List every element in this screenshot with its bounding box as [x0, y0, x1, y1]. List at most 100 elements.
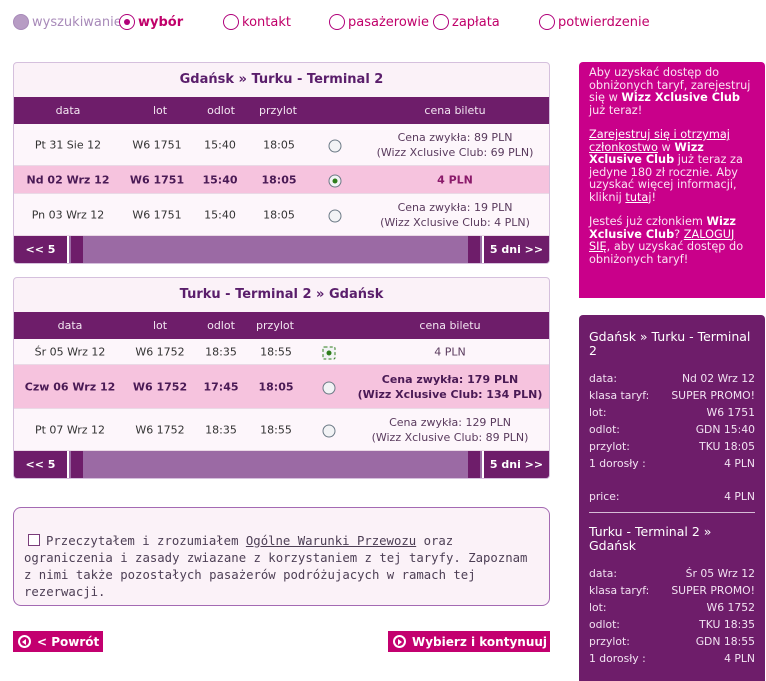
row-date: Pt 07 Wrz 12: [34, 423, 106, 437]
row-date: Pn 03 Wrz 12: [31, 208, 105, 222]
row-flight: W6 1751: [132, 138, 182, 152]
step-choice: wybór: [119, 14, 183, 30]
summary-key: 1 dorosły :: [589, 652, 646, 665]
row-arrival: 18:05: [263, 138, 295, 152]
fare-radio[interactable]: [322, 381, 336, 395]
next-5-days-button[interactable]: 5 dni >>: [482, 236, 549, 263]
progress-steps: wyszukiwanie wybór kontakt pasażerowie z…: [0, 0, 766, 46]
col-date: data: [55, 104, 81, 117]
table-row[interactable]: Czw 06 Wrz 12 W6 1752 17:45 18:05 Cena z…: [14, 365, 549, 409]
summary-value: Śr 05 Wrz 12: [685, 567, 755, 580]
table-row[interactable]: Pt 31 Sie 12 W6 1751 15:40 18:05 Cena zw…: [14, 124, 549, 166]
booking-summary: Gdańsk » Turku - Terminal 2 data: Nd 02 W…: [579, 315, 765, 681]
row-flight: W6 1751: [132, 208, 182, 222]
summary-value: 4 PLN: [724, 457, 755, 470]
row-departure: 18:35: [205, 345, 237, 359]
row-date: Pt 31 Sie 12: [34, 138, 102, 152]
row-departure: 18:35: [205, 423, 237, 437]
nav-track: [85, 236, 466, 263]
table-row[interactable]: Pn 03 Wrz 12 W6 1751 15:40 18:05 Cena zw…: [14, 194, 549, 236]
terms-checkbox[interactable]: [28, 534, 40, 546]
col-flight: lot: [152, 104, 168, 117]
summary-value: 4 PLN: [724, 490, 755, 503]
step-label: potwierdzenie: [558, 14, 650, 30]
step-radio-icon: [433, 14, 449, 30]
summary-value: GDN 15:40: [695, 423, 755, 436]
summary-line: data: Śr 05 Wrz 12: [589, 565, 755, 582]
summary-line: 1 dorosły : 4 PLN: [589, 650, 755, 667]
fare-radio[interactable]: [322, 424, 336, 438]
table-row-selected[interactable]: Nd 02 Wrz 12 W6 1751 15:40 18:05 4 PLN: [14, 166, 549, 194]
regular-price: Cena zwykła: 129 PLN: [389, 416, 511, 429]
row-flight: W6 1751: [129, 173, 185, 187]
continue-button[interactable]: Wybierz i kontynuuj >: [388, 631, 561, 652]
summary-line: 1 dorosły : 4 PLN: [589, 455, 755, 472]
summary-key: lot:: [589, 601, 607, 614]
promo-text: !: [651, 190, 657, 204]
nav-spacer: [468, 451, 480, 478]
summary-line: przylot: TKU 18:05: [589, 438, 755, 455]
promo-text: , aby uzyskać dostęp do obniżonych taryf…: [589, 240, 744, 266]
step-search[interactable]: wyszukiwanie: [13, 14, 122, 30]
step-radio-icon: [223, 14, 239, 30]
outbound-route-title: Gdańsk » Turku - Terminal 2: [179, 72, 384, 87]
nav-spacer: [71, 451, 83, 478]
summary-line: lot: W6 1751: [589, 404, 755, 421]
next-5-days-button[interactable]: 5 dni >>: [482, 451, 549, 478]
terms-link[interactable]: Ogólne Warunki Przewozu: [246, 534, 416, 548]
table-row[interactable]: Pt 07 Wrz 12 W6 1752 18:35 18:55 Cena zw…: [14, 409, 549, 451]
prev-5-days-button[interactable]: << 5 dni: [14, 236, 69, 263]
row-departure: 15:40: [202, 173, 238, 187]
fare-radio[interactable]: [328, 139, 342, 153]
fare-radio-selected[interactable]: [328, 174, 342, 188]
club-price: (Wizz Xclusive Club: 134 PLN): [357, 388, 543, 401]
step-payment: zapłata: [433, 14, 500, 30]
step-radio-icon: [119, 14, 135, 30]
summary-return-route: Turku - Terminal 2 » Gdańsk: [589, 524, 712, 553]
promo-paragraph: Jesteś już członkiem Wizz Xclusive Club?…: [589, 215, 755, 266]
row-flight: W6 1752: [132, 380, 188, 394]
promo-text: w: [657, 140, 675, 154]
summary-key: odlot:: [589, 618, 620, 631]
fare-radio[interactable]: [328, 209, 342, 223]
club-price: (Wizz Xclusive Club: 4 PLN): [380, 216, 530, 229]
row-arrival: 18:05: [258, 380, 294, 394]
more-info-link[interactable]: tutaj: [625, 191, 651, 204]
club-promo-panel: Aby uzyskać dostęp do obniżonych taryf, …: [579, 62, 765, 298]
col-flight: lot: [152, 319, 168, 332]
regular-price: Cena zwykła: 19 PLN: [397, 201, 513, 214]
back-button[interactable]: < Powrót: [13, 631, 103, 652]
summary-price-line: price: 4 PLN: [589, 488, 755, 505]
table-header: data lot odlot przylot cena biletu: [14, 312, 549, 339]
prev-5-days-button[interactable]: << 5 dni: [14, 451, 69, 478]
regular-price: Cena zwykła: 179 PLN: [381, 373, 519, 386]
return-flights: Turku - Terminal 2 » Gdańsk data lot odl…: [13, 277, 550, 479]
step-passengers: pasażerowie: [329, 14, 429, 30]
col-arrival: przylot: [256, 319, 294, 332]
regular-price: Cena zwykła: 89 PLN: [397, 131, 513, 144]
continue-button-label: Wybierz i kontynuuj >: [412, 634, 562, 649]
row-price: Cena zwykła: 179 PLN (Wizz Xclusive Club…: [358, 372, 543, 402]
summary-line: lot: W6 1752: [589, 599, 755, 616]
row-arrival: 18:05: [263, 208, 295, 222]
price: 4 PLN: [437, 173, 473, 187]
col-arrival: przylot: [259, 104, 297, 117]
return-route-title: Turku - Terminal 2 » Gdańsk: [179, 287, 384, 302]
promo-paragraph: Zarejestruj się i otrzymaj członkostwo w…: [589, 128, 755, 204]
summary-value: W6 1751: [706, 406, 755, 419]
row-arrival: 18:55: [260, 345, 292, 359]
summary-line: klasa taryf: SUPER PROMO!: [589, 387, 755, 404]
summary-value: SUPER PROMO!: [671, 584, 755, 597]
step-label: zapłata: [452, 14, 500, 30]
step-label: wybór: [138, 14, 184, 30]
table-row-selected[interactable]: Śr 05 Wrz 12 W6 1752 18:35 18:55 4 PLN: [14, 339, 549, 365]
table-header: data lot odlot przylot cena biletu: [14, 97, 549, 124]
step-radio-icon: [329, 14, 345, 30]
row-price: Cena zwykła: 19 PLN (Wizz Xclusive Club:…: [380, 200, 530, 230]
col-departure: odlot: [207, 104, 235, 117]
summary-key: przylot:: [589, 635, 630, 648]
row-price: 4 PLN: [437, 173, 473, 188]
fare-radio-selected[interactable]: [322, 346, 336, 360]
date-navigation: << 5 dni 5 dni >>: [14, 236, 549, 263]
row-arrival: 18:05: [261, 173, 297, 187]
